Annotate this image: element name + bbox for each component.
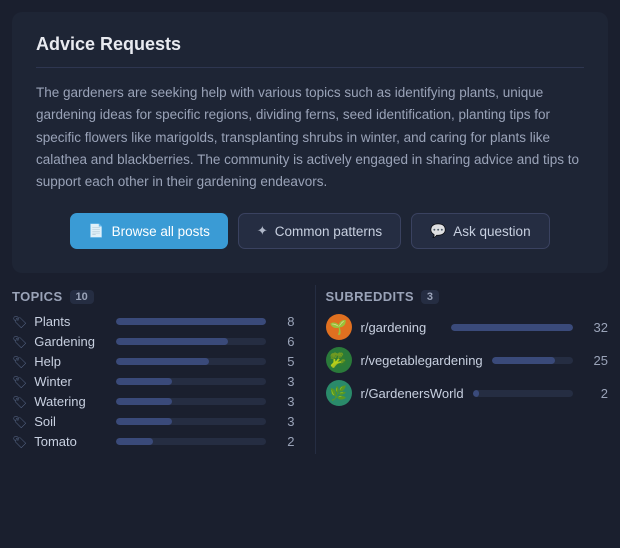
topics-header: Topics 10	[12, 285, 295, 304]
topic-bar-wrap	[116, 378, 266, 385]
tag-icon: 🏷	[12, 335, 27, 349]
topic-bar-wrap	[116, 398, 266, 405]
subreddit-bar-wrap	[473, 390, 573, 397]
topic-bar	[116, 398, 172, 405]
browse-all-posts-button[interactable]: 📄 Browse all posts	[70, 213, 227, 249]
subreddit-avatar: 🌱	[326, 314, 352, 340]
topic-bar	[116, 318, 266, 325]
tag-icon: 🏷	[12, 375, 27, 389]
topic-name: Plants	[34, 314, 109, 329]
subreddits-list: 🌱 r/gardening 32 🥦 r/vegetablegardening …	[326, 314, 609, 406]
topics-label: Topics	[12, 289, 63, 304]
tag-icon: 🏷	[12, 415, 27, 429]
subreddit-avatar: 🥦	[326, 347, 352, 373]
tag-icon: 🏷	[12, 435, 27, 449]
topic-name: Gardening	[34, 334, 109, 349]
subreddit-row: 🥦 r/vegetablegardening 25	[326, 347, 609, 373]
topic-name: Watering	[34, 394, 109, 409]
subreddit-bar	[492, 357, 556, 364]
topic-name: Soil	[34, 414, 109, 429]
topic-count: 2	[279, 434, 295, 449]
subreddits-column: Subreddits 3 🌱 r/gardening 32 🥦 r/vegeta…	[315, 285, 609, 454]
divider	[36, 67, 584, 68]
topic-name: Winter	[34, 374, 109, 389]
topic-bar-wrap	[116, 358, 266, 365]
topic-bar	[116, 358, 209, 365]
subreddits-label: Subreddits	[326, 289, 414, 304]
topic-count: 3	[279, 394, 295, 409]
common-patterns-button[interactable]: ✦ Common patterns	[238, 213, 401, 249]
topic-count: 3	[279, 414, 295, 429]
subreddit-name: r/GardenersWorld	[361, 386, 464, 401]
card-description: The gardeners are seeking help with vari…	[36, 82, 584, 193]
button-row: 📄 Browse all posts ✦ Common patterns 💬 A…	[36, 213, 584, 249]
topic-bar-wrap	[116, 318, 266, 325]
subreddit-count: 32	[588, 320, 608, 335]
topics-list: 🏷 Plants 8 🏷 Gardening 6 🏷 Help 5 🏷 Wint…	[12, 314, 295, 449]
topic-count: 5	[279, 354, 295, 369]
subreddit-row: 🌿 r/GardenersWorld 2	[326, 380, 609, 406]
document-icon: 📄	[88, 223, 104, 239]
subreddit-bar	[451, 324, 573, 331]
topic-row: 🏷 Winter 3	[12, 374, 295, 389]
subreddit-bar-wrap	[451, 324, 573, 331]
tag-icon: 🏷	[12, 315, 27, 329]
topics-column: Topics 10 🏷 Plants 8 🏷 Gardening 6 🏷 Hel…	[12, 285, 315, 454]
topic-name: Help	[34, 354, 109, 369]
topic-row: 🏷 Plants 8	[12, 314, 295, 329]
subreddit-name: r/vegetablegardening	[361, 353, 483, 368]
topic-count: 8	[279, 314, 295, 329]
topic-bar	[116, 438, 153, 445]
topic-bar	[116, 338, 228, 345]
subreddit-name: r/gardening	[361, 320, 442, 335]
tag-icon: 🏷	[12, 355, 27, 369]
topic-bar-wrap	[116, 418, 266, 425]
subreddits-header: Subreddits 3	[326, 285, 609, 304]
topic-name: Tomato	[34, 434, 109, 449]
subreddit-count: 2	[588, 386, 608, 401]
subreddit-bar	[473, 390, 479, 397]
sparkle-icon: ✦	[257, 223, 268, 239]
ask-question-button[interactable]: 💬 Ask question	[411, 213, 549, 249]
topic-bar-wrap	[116, 438, 266, 445]
topic-bar-wrap	[116, 338, 266, 345]
topic-row: 🏷 Soil 3	[12, 414, 295, 429]
subreddits-count: 3	[421, 290, 439, 304]
card-title: Advice Requests	[36, 34, 584, 55]
subreddit-count: 25	[588, 353, 608, 368]
tag-icon: 🏷	[12, 395, 27, 409]
subreddit-bar-wrap	[492, 357, 573, 364]
bottom-section: Topics 10 🏷 Plants 8 🏷 Gardening 6 🏷 Hel…	[0, 285, 620, 466]
topic-row: 🏷 Tomato 2	[12, 434, 295, 449]
subreddit-avatar: 🌿	[326, 380, 352, 406]
topic-bar	[116, 418, 172, 425]
subreddit-row: 🌱 r/gardening 32	[326, 314, 609, 340]
topic-row: 🏷 Gardening 6	[12, 334, 295, 349]
chat-icon: 💬	[430, 223, 446, 239]
topic-row: 🏷 Watering 3	[12, 394, 295, 409]
topics-count: 10	[70, 290, 94, 304]
topic-count: 6	[279, 334, 295, 349]
topic-row: 🏷 Help 5	[12, 354, 295, 369]
advice-requests-card: Advice Requests The gardeners are seekin…	[12, 12, 608, 273]
topic-bar	[116, 378, 172, 385]
topic-count: 3	[279, 374, 295, 389]
